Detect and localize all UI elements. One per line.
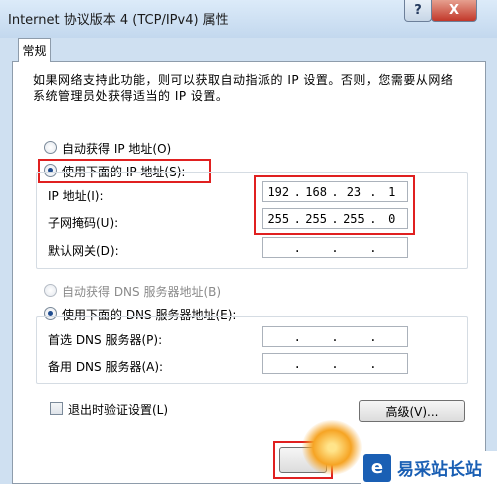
- auto-ip-radio[interactable]: [44, 141, 57, 154]
- validate-label: 退出时验证设置(L): [68, 403, 169, 417]
- auto-dns-radio[interactable]: [44, 284, 57, 297]
- validate-checkbox[interactable]: [50, 402, 63, 415]
- subnet-mask-label: 子网掩码(U):: [48, 216, 119, 230]
- cursor-glow: [302, 420, 362, 475]
- window-title: Internet 协议版本 4 (TCP/IPv4) 属性: [8, 13, 229, 28]
- alternate-dns-input[interactable]: . . .: [262, 353, 408, 374]
- ip-address-label: IP 地址(I):: [48, 189, 104, 203]
- advanced-button[interactable]: 高级(V)...: [359, 400, 465, 422]
- alternate-dns-label: 备用 DNS 服务器(A):: [48, 360, 164, 374]
- help-button[interactable]: ?: [404, 0, 432, 22]
- auto-dns-label: 自动获得 DNS 服务器地址(B): [62, 285, 222, 299]
- advanced-button-label: 高级(V)...: [385, 404, 439, 419]
- preferred-dns-label: 首选 DNS 服务器(P):: [48, 333, 163, 347]
- tab-general[interactable]: 常规: [18, 38, 51, 62]
- gateway-input[interactable]: . . .: [262, 237, 408, 258]
- preferred-dns-input[interactable]: . . .: [262, 326, 408, 347]
- highlight-ip-values: [254, 175, 415, 235]
- description-text: 如果网络支持此功能，则可以获取自动指派的 IP 设置。否则，您需要从网络系统管理…: [33, 73, 454, 103]
- watermark-logo: e 易采站长站: [361, 451, 497, 484]
- help-icon: ?: [414, 3, 422, 18]
- watermark-icon: e: [363, 453, 391, 482]
- auto-ip-label: 自动获得 IP 地址(O): [62, 142, 172, 156]
- watermark-text: 易采站长站: [397, 460, 482, 480]
- close-icon: X: [448, 3, 460, 18]
- gateway-label: 默认网关(D):: [48, 244, 119, 258]
- title-bar[interactable]: Internet 协议版本 4 (TCP/IPv4) 属性 ? X: [0, 0, 497, 38]
- tab-general-label: 常规: [22, 44, 47, 58]
- close-button[interactable]: X: [431, 0, 477, 22]
